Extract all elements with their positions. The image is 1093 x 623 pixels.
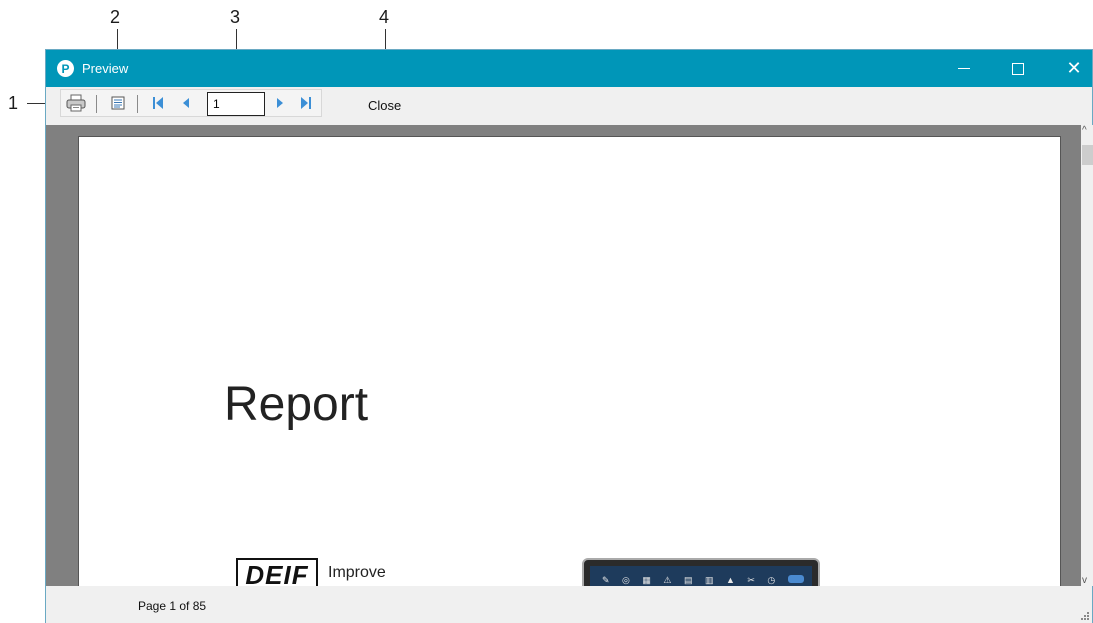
last-page-button[interactable]: [295, 90, 317, 116]
app-icon: P: [57, 60, 74, 77]
page-count-status: Page 1 of 85: [138, 599, 207, 613]
close-button[interactable]: Close: [368, 98, 401, 113]
title-bar[interactable]: P Preview ✕: [46, 50, 1092, 87]
preview-window: P Preview ✕ 1 Close Report DEIF Improve …: [45, 49, 1093, 623]
callout-4: 4: [379, 7, 390, 27]
scroll-up-icon[interactable]: ^: [1082, 125, 1087, 136]
scroll-down-icon[interactable]: v: [1082, 575, 1087, 586]
improve-text: Improve: [328, 564, 386, 581]
minimize-button[interactable]: [938, 50, 990, 87]
last-page-icon: [301, 97, 311, 109]
toolbar-separator: [137, 95, 138, 113]
previous-page-button[interactable]: [175, 90, 197, 116]
document-viewer[interactable]: Report DEIF Improve T ✎ ◎ ▦ ⚠ ▤ ▥ ▲ ✂ ◷: [46, 125, 1081, 586]
minimize-icon: [958, 68, 970, 69]
previous-page-icon: [183, 98, 189, 108]
deif-logo: DEIF: [236, 558, 318, 586]
report-page: Report DEIF Improve T ✎ ◎ ▦ ⚠ ▤ ▥ ▲ ✂ ◷: [78, 136, 1061, 586]
report-title: Report: [224, 378, 369, 431]
first-page-icon: [153, 97, 163, 109]
print-button[interactable]: [63, 90, 89, 116]
maximize-button[interactable]: [992, 50, 1044, 87]
toolbar-separator: [96, 95, 97, 113]
next-page-button[interactable]: [269, 90, 291, 116]
table-of-contents-icon: [111, 96, 125, 110]
maximize-icon: [1012, 62, 1024, 75]
vertical-scrollbar[interactable]: ^ v: [1081, 125, 1093, 586]
toolbar: Close: [46, 87, 1092, 125]
close-window-button[interactable]: ✕: [1048, 50, 1093, 87]
callout-3: 3: [230, 7, 241, 27]
printer-icon: [66, 94, 86, 112]
laptop-image: ✎ ◎ ▦ ⚠ ▤ ▥ ▲ ✂ ◷: [582, 558, 820, 586]
callout-1: 1: [8, 93, 19, 113]
callout-2: 2: [110, 7, 121, 27]
status-bar: Page 1 of 85: [46, 586, 1092, 623]
laptop-badge: [788, 575, 804, 583]
scroll-thumb[interactable]: [1082, 145, 1093, 165]
toolbar-group: [60, 89, 322, 117]
table-of-contents-button[interactable]: [106, 90, 130, 116]
laptop-toolbar-icons: ✎ ◎ ▦ ⚠ ▤ ▥ ▲ ✂ ◷: [602, 575, 781, 585]
window-title: Preview: [82, 61, 129, 76]
first-page-button[interactable]: [147, 90, 169, 116]
close-icon: ✕: [1066, 58, 1082, 78]
resize-grip-icon[interactable]: [1081, 612, 1089, 620]
laptop-screen: ✎ ◎ ▦ ⚠ ▤ ▥ ▲ ✂ ◷: [590, 566, 812, 586]
next-page-icon: [277, 98, 283, 108]
page-number-input[interactable]: [207, 92, 265, 116]
